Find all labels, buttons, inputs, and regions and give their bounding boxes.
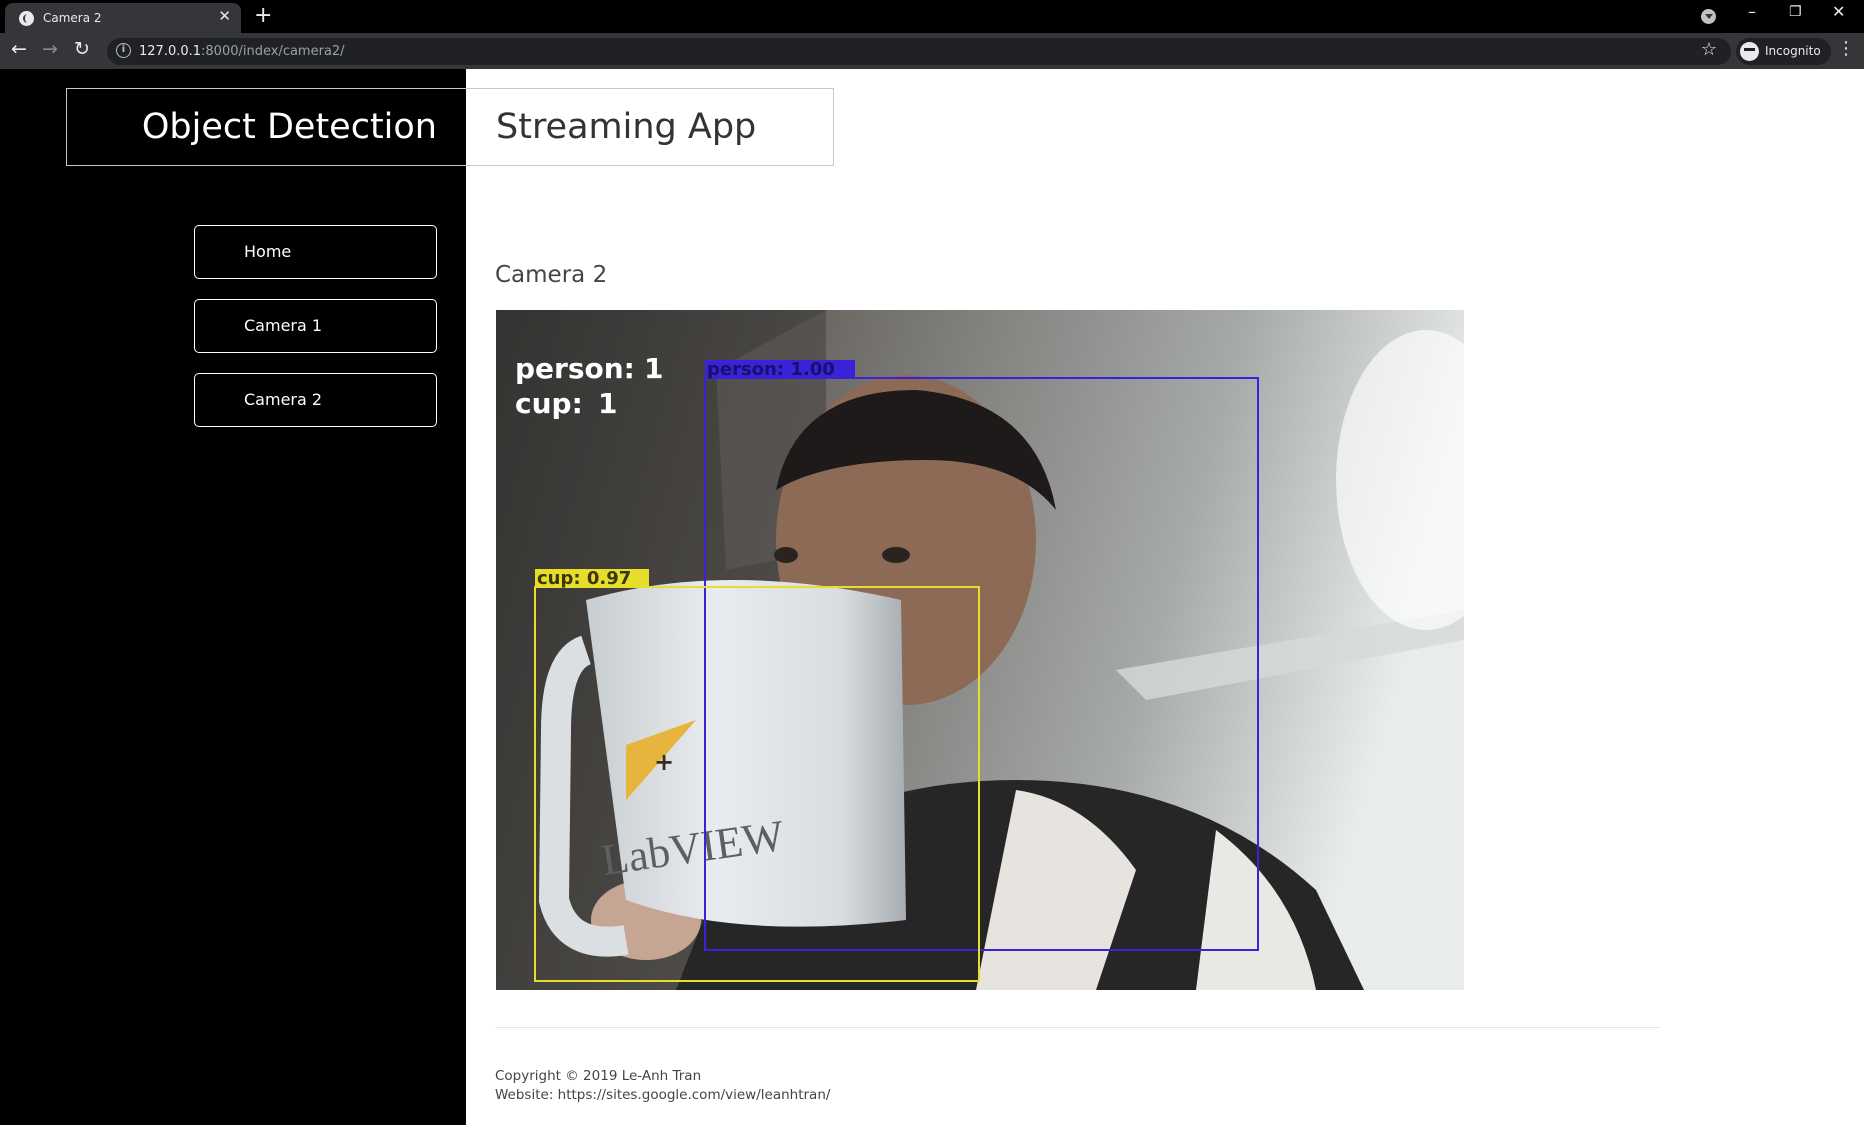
- url-text: 127.0.0.1:8000/index/camera2/: [139, 44, 345, 59]
- browser-tab[interactable]: Camera 2 ✕: [5, 3, 241, 33]
- close-tab-icon[interactable]: ✕: [218, 7, 231, 25]
- site-info-icon[interactable]: i: [116, 43, 131, 58]
- browser-toolbar: ← → ↻ i 127.0.0.1:8000/index/camera2/ ☆ …: [0, 33, 1864, 69]
- forward-icon[interactable]: →: [42, 38, 58, 60]
- footer-divider: [495, 1027, 1660, 1028]
- browser-tab-strip: Camera 2 ✕ + – ❐ ✕: [0, 0, 1864, 33]
- new-tab-button[interactable]: +: [254, 3, 272, 28]
- cup-count-label: cup:: [515, 387, 583, 420]
- camera-frame: + LabVIEW person: 1.00 cup: 0.97 person:…: [496, 310, 1464, 990]
- nav-camera-1-button[interactable]: Camera 1: [194, 299, 437, 353]
- back-icon[interactable]: ←: [11, 38, 27, 60]
- person-count-label: person:: [515, 352, 635, 385]
- reload-icon[interactable]: ↻: [74, 38, 90, 60]
- person-detection-label: person: 1.00: [707, 359, 835, 380]
- incognito-badge[interactable]: Incognito: [1736, 38, 1831, 65]
- footer-website: Website: https://sites.google.com/view/l…: [495, 1087, 831, 1103]
- brand-title-left: Object Detection: [141, 107, 437, 147]
- nav-camera-2-button[interactable]: Camera 2: [194, 373, 437, 427]
- globe-icon: [19, 11, 34, 26]
- site-brand: Object Detection Streaming App: [66, 88, 834, 166]
- cup-detection-label: cup: 0.97: [537, 568, 631, 589]
- browser-menu-icon[interactable]: ⋮: [1837, 38, 1855, 59]
- page-body: Object Detection Streaming App Home Came…: [0, 69, 1864, 1125]
- window-close-icon[interactable]: ✕: [1832, 2, 1845, 21]
- cup-count-value: 1: [598, 387, 617, 420]
- restore-icon[interactable]: ❐: [1789, 4, 1802, 20]
- svg-text:+: +: [654, 748, 674, 776]
- brand-title-right: Streaming App: [467, 89, 833, 165]
- nav-home-button[interactable]: Home: [194, 225, 437, 279]
- camera-heading: Camera 2: [495, 262, 608, 288]
- footer-copyright: Copyright © 2019 Le-Anh Tran: [495, 1068, 702, 1084]
- tab-title: Camera 2: [43, 11, 102, 25]
- minimize-icon[interactable]: –: [1748, 2, 1756, 21]
- address-bar[interactable]: i 127.0.0.1:8000/index/camera2/ ☆: [107, 38, 1731, 65]
- camera-stream: + LabVIEW person: 1.00 cup: 0.97 person:…: [496, 310, 1464, 990]
- person-count-value: 1: [644, 352, 663, 385]
- bookmark-star-icon[interactable]: ☆: [1701, 39, 1717, 60]
- media-control-icon[interactable]: [1701, 9, 1716, 24]
- incognito-icon: [1740, 42, 1759, 61]
